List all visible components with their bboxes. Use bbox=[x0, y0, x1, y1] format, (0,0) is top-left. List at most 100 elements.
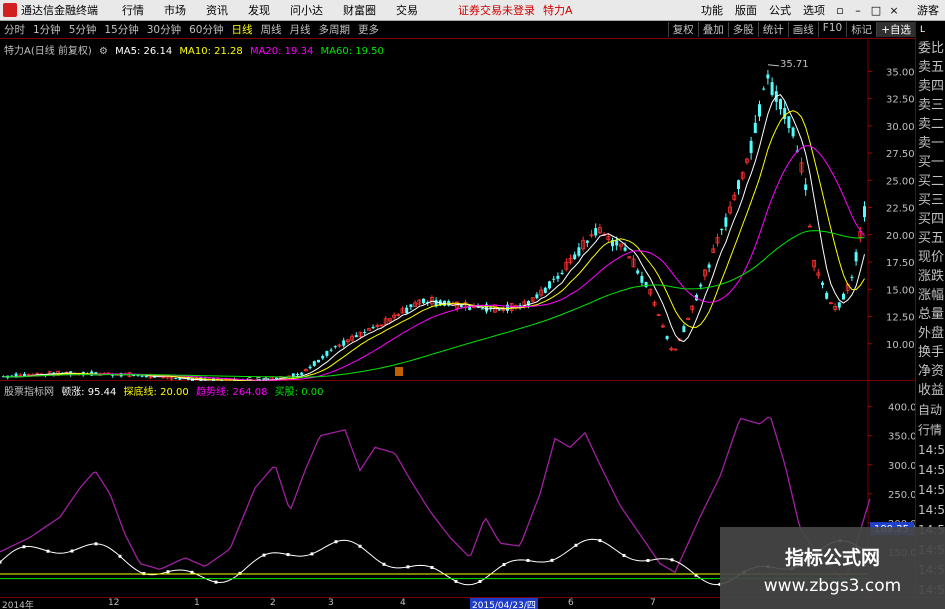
candle-body bbox=[506, 304, 509, 311]
tab-period-fenshi[interactable]: 分时 bbox=[0, 22, 29, 37]
time-tick: 1 bbox=[194, 598, 200, 608]
oscillator-dot bbox=[310, 552, 314, 556]
price-tick: 35.00 bbox=[886, 67, 915, 78]
side-item-2: 14:5 bbox=[918, 443, 945, 457]
oscillator-dot bbox=[574, 543, 578, 547]
menu-item-ask[interactable]: 问小达 bbox=[290, 2, 323, 18]
side-item: 卖三 bbox=[918, 98, 945, 113]
multi-stock-button[interactable]: 多股 bbox=[727, 22, 758, 37]
menu-item-news[interactable]: 资讯 bbox=[206, 2, 228, 18]
candle-body bbox=[535, 294, 539, 299]
candle-body bbox=[321, 356, 325, 359]
ma60-label: MA60: 19.50 bbox=[320, 46, 384, 57]
watermark-line1: 指标公式网 bbox=[784, 547, 880, 569]
ma5-label: MA5: 26.14 bbox=[115, 46, 173, 57]
window-menu-icon[interactable]: ▫ bbox=[833, 4, 847, 17]
tab-period-month[interactable]: 月线 bbox=[286, 22, 315, 37]
price-tick: 27.50 bbox=[886, 149, 915, 160]
minimize-icon[interactable]: – bbox=[851, 4, 865, 17]
candle-body bbox=[577, 247, 581, 256]
menu-item-layout[interactable]: 版面 bbox=[735, 2, 757, 18]
oscillator-dot bbox=[502, 563, 506, 567]
candle-body bbox=[837, 302, 841, 308]
tab-period-5min[interactable]: 5分钟 bbox=[65, 22, 101, 37]
quote-side-panel: L 委比 卖五 卖四 卖三 卖二 卖一 买一 买二 买三 买四 买五 现价 涨跌 涨幅 总量 外盘 换手 净资 收益… bbox=[915, 21, 945, 597]
draw-line-button[interactable]: 画线 bbox=[787, 22, 818, 37]
menu-item-quotes[interactable]: 行情 bbox=[122, 2, 144, 18]
tab-period-15min[interactable]: 15分钟 bbox=[100, 22, 142, 37]
fuquan-button[interactable]: 复权 bbox=[667, 22, 698, 37]
side-item: 涨跌 bbox=[918, 269, 945, 284]
side-item: 买二 bbox=[918, 174, 945, 189]
f10-button[interactable]: F10 bbox=[817, 22, 846, 37]
maximize-icon[interactable]: □ bbox=[869, 4, 883, 17]
candle-body bbox=[636, 270, 640, 274]
tab-period-30min[interactable]: 30分钟 bbox=[143, 22, 185, 37]
candle-body bbox=[560, 272, 564, 275]
watermark: 指标公式网 www.zbgs3.com bbox=[720, 527, 945, 609]
menu-item-formula[interactable]: 公式 bbox=[769, 2, 791, 18]
guest-label[interactable]: 游客 bbox=[917, 2, 939, 18]
side-item: 总量 bbox=[918, 307, 945, 322]
price-tick: 10.00 bbox=[886, 340, 915, 351]
tab-period-more[interactable]: 更多 bbox=[354, 22, 383, 37]
close-icon[interactable]: × bbox=[887, 4, 901, 17]
candle-body bbox=[308, 366, 312, 369]
overlay-button[interactable]: 叠加 bbox=[697, 22, 728, 37]
app-logo-icon bbox=[3, 3, 17, 17]
candle-body bbox=[459, 305, 463, 307]
oscillator-dot bbox=[358, 544, 362, 548]
candle-body bbox=[552, 278, 556, 280]
high-price-label: 35.71 bbox=[780, 59, 809, 70]
candle-body bbox=[842, 293, 845, 300]
oscillator-dot bbox=[22, 545, 26, 549]
side-item: 卖五 bbox=[918, 60, 945, 75]
candle-body bbox=[623, 247, 627, 251]
menu-item-trade[interactable]: 交易 bbox=[396, 2, 418, 18]
side-item: 外盘 bbox=[918, 326, 945, 341]
side-item-2: 14:5 bbox=[918, 503, 945, 517]
candle-body bbox=[787, 116, 791, 129]
period-tabs: 分时 1分钟 5分钟 15分钟 30分钟 60分钟 日线 周线 月线 多周期 更… bbox=[0, 21, 915, 39]
stats-button[interactable]: 统计 bbox=[757, 22, 788, 37]
menu-item-wealth[interactable]: 财富圈 bbox=[343, 2, 376, 18]
tab-period-multi[interactable]: 多周期 bbox=[315, 22, 355, 37]
menu-item-options[interactable]: 选项 bbox=[803, 2, 825, 18]
time-tick: 2014年 bbox=[2, 601, 34, 609]
side-top-label: L bbox=[920, 25, 926, 35]
kline-chart[interactable]: 35.00 32.50 30.00 27.50 25.00 22.50 20.00 17.50… bbox=[0, 39, 915, 381]
side-item: 买一 bbox=[918, 155, 945, 170]
add-watchlist-button[interactable]: +自选 bbox=[876, 22, 915, 37]
kline-panel[interactable]: 35.00 32.50 30.00 27.50 25.00 22.50 20.00 17.50… bbox=[0, 39, 915, 381]
menu-item-market[interactable]: 市场 bbox=[164, 2, 186, 18]
candle-body bbox=[363, 332, 367, 334]
candle-body bbox=[405, 307, 409, 314]
tab-period-60min[interactable]: 60分钟 bbox=[185, 22, 227, 37]
side-item-2: 14:5 bbox=[918, 483, 945, 497]
candle-body bbox=[699, 284, 703, 287]
menu-item-function[interactable]: 功能 bbox=[701, 2, 723, 18]
price-tick: 32.50 bbox=[886, 95, 915, 106]
candle-body bbox=[585, 240, 589, 243]
oscillator-dot bbox=[430, 565, 434, 569]
mark-button[interactable]: 标记 bbox=[846, 22, 876, 37]
indicator-l2: 探底线: 20.00 bbox=[123, 387, 189, 398]
candle-body bbox=[737, 180, 740, 189]
event-marker-icon[interactable] bbox=[395, 367, 403, 376]
side-item-2: 14:5 bbox=[918, 463, 945, 477]
tab-period-week[interactable]: 周线 bbox=[257, 22, 286, 37]
candle-body bbox=[317, 359, 320, 363]
login-status[interactable]: 证券交易未登录 bbox=[458, 2, 535, 18]
tab-period-1min[interactable]: 1分钟 bbox=[29, 22, 65, 37]
candle-body bbox=[863, 206, 866, 218]
side-item: 卖四 bbox=[918, 79, 945, 94]
chart-toolbar: 复权 叠加 多股 统计 画线 F10 标记 +自选 bbox=[667, 22, 915, 37]
tab-period-day[interactable]: 日线 bbox=[228, 22, 257, 37]
settings-icon[interactable]: ⚙ bbox=[99, 46, 108, 57]
menu-item-discover[interactable]: 发现 bbox=[248, 2, 270, 18]
candle-body bbox=[594, 228, 598, 236]
candle-body bbox=[753, 122, 757, 134]
price-tick: 22.50 bbox=[886, 204, 915, 215]
oscillator-dot bbox=[262, 553, 266, 557]
side-item: 收益 bbox=[918, 383, 945, 398]
